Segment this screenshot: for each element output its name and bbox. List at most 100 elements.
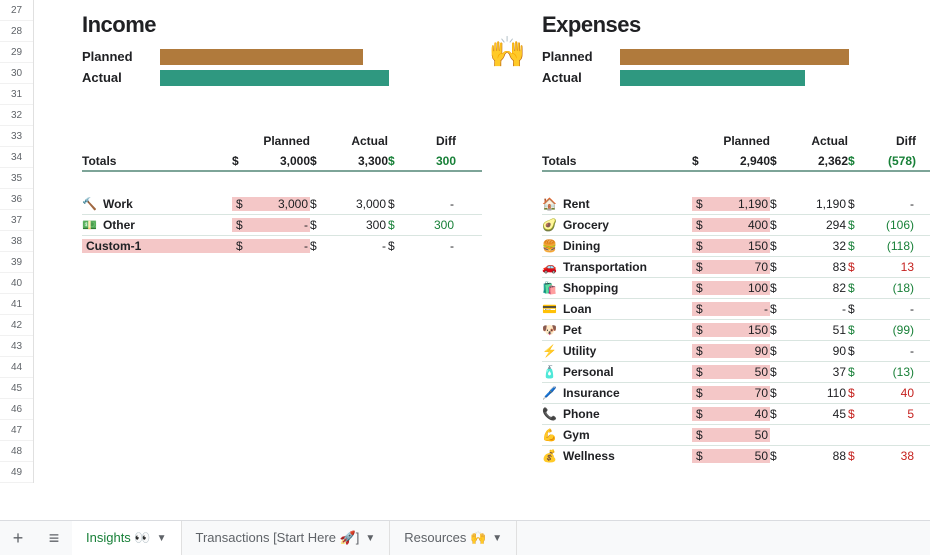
planned-amount[interactable]: 70 — [710, 260, 770, 274]
planned-amount[interactable]: 50 — [710, 428, 770, 442]
table-row[interactable]: 🛍️Shopping$100$82$(18) — [542, 277, 930, 298]
planned-amount[interactable]: - — [710, 302, 770, 316]
currency-symbol: $ — [770, 302, 788, 316]
planned-amount[interactable]: 70 — [710, 386, 770, 400]
category-icon: 🥑 — [542, 218, 557, 232]
table-row[interactable]: 💵Other$-$300$300 — [82, 214, 482, 235]
row-header[interactable]: 32 — [0, 105, 33, 126]
income-totals-planned: 3,000 — [250, 154, 310, 168]
table-row[interactable]: 💪Gym$50 — [542, 424, 930, 445]
actual-amount: 110 — [788, 386, 848, 400]
row-header[interactable]: 28 — [0, 21, 33, 42]
expenses-section: Expenses Planned Actual 🙌 — [542, 4, 930, 466]
expenses-table-header: Planned Actual Diff — [542, 130, 930, 151]
row-header[interactable]: 48 — [0, 441, 33, 462]
planned-amount[interactable]: 50 — [710, 449, 770, 463]
currency-symbol: $ — [388, 218, 406, 232]
row-header[interactable]: 44 — [0, 357, 33, 378]
planned-amount[interactable]: 150 — [710, 239, 770, 253]
row-header[interactable]: 27 — [0, 0, 33, 21]
row-header[interactable]: 33 — [0, 126, 33, 147]
currency-symbol: $ — [310, 218, 328, 232]
planned-amount[interactable]: 3,000 — [250, 197, 310, 211]
actual-amount: 294 — [788, 218, 848, 232]
table-row[interactable]: 🐶Pet$150$51$(99) — [542, 319, 930, 340]
currency-symbol: $ — [388, 239, 406, 253]
table-row[interactable]: 🖊️Insurance$70$110$40 — [542, 382, 930, 403]
planned-amount[interactable]: 150 — [710, 323, 770, 337]
row-header[interactable]: 37 — [0, 210, 33, 231]
category-cell: 📞Phone — [542, 407, 692, 421]
currency-symbol: $ — [692, 302, 710, 316]
sheet-tab[interactable]: Transactions [Start Here 🚀]▼ — [182, 521, 391, 555]
table-row[interactable]: 💰Wellness$50$88$38 — [542, 445, 930, 466]
row-header[interactable]: 30 — [0, 63, 33, 84]
table-row[interactable]: 🧴Personal$50$37$(13) — [542, 361, 930, 382]
diff-amount: - — [406, 239, 456, 253]
row-header[interactable]: 40 — [0, 273, 33, 294]
income-col-planned: Planned — [250, 134, 310, 148]
income-totals-row: Totals $3,000 $3,300 $300 — [82, 151, 482, 172]
sheet-tab[interactable]: Insights 👀▼ — [72, 521, 182, 555]
category-cell: 💰Wellness — [542, 449, 692, 463]
row-header[interactable]: 49 — [0, 462, 33, 483]
diff-amount: - — [866, 302, 916, 316]
category-name: Personal — [563, 365, 614, 379]
currency-symbol: $ — [848, 197, 866, 211]
row-header[interactable]: 45 — [0, 378, 33, 399]
row-header[interactable]: 35 — [0, 168, 33, 189]
row-header-gutter: 2728293031323334353637383940414243444546… — [0, 0, 34, 483]
sheet-tab-label: Resources 🙌 — [404, 530, 486, 546]
row-header[interactable]: 38 — [0, 231, 33, 252]
table-row[interactable]: 🏠Rent$1,190$1,190$- — [542, 193, 930, 214]
planned-amount[interactable]: 90 — [710, 344, 770, 358]
diff-amount: 40 — [866, 386, 916, 400]
chevron-down-icon[interactable]: ▼ — [492, 533, 502, 544]
currency-symbol: $ — [848, 260, 866, 274]
expenses-title: Expenses — [542, 12, 641, 38]
planned-amount[interactable]: 40 — [710, 407, 770, 421]
planned-amount[interactable]: 50 — [710, 365, 770, 379]
planned-amount[interactable]: - — [250, 218, 310, 232]
chevron-down-icon[interactable]: ▼ — [365, 533, 375, 544]
expenses-actual-bar — [620, 70, 805, 86]
row-header[interactable]: 29 — [0, 42, 33, 63]
currency-symbol: $ — [770, 344, 788, 358]
income-totals-actual: 3,300 — [328, 154, 388, 168]
row-header[interactable]: 36 — [0, 189, 33, 210]
planned-amount[interactable]: 400 — [710, 218, 770, 232]
row-header[interactable]: 42 — [0, 315, 33, 336]
table-row[interactable]: 💳Loan$-$-$- — [542, 298, 930, 319]
income-col-diff: Diff — [406, 134, 456, 148]
row-header[interactable]: 41 — [0, 294, 33, 315]
chevron-down-icon[interactable]: ▼ — [157, 533, 167, 544]
planned-amount[interactable]: - — [250, 239, 310, 253]
sheet-tab[interactable]: Resources 🙌 ▼ — [390, 521, 517, 555]
table-row[interactable]: 📞Phone$40$45$5 — [542, 403, 930, 424]
income-totals-label: Totals — [82, 154, 232, 168]
all-sheets-button[interactable]: ≡ — [36, 521, 72, 555]
table-row[interactable]: Custom-1$-$-$- — [82, 235, 482, 256]
add-sheet-button[interactable]: + — [0, 521, 36, 555]
expenses-totals-actual: 2,362 — [788, 154, 848, 168]
category-name: Dining — [563, 239, 600, 253]
table-row[interactable]: 🍔Dining$150$32$(118) — [542, 235, 930, 256]
row-header[interactable]: 43 — [0, 336, 33, 357]
planned-amount[interactable]: 1,190 — [710, 197, 770, 211]
row-header[interactable]: 31 — [0, 84, 33, 105]
table-row[interactable]: 🔨Work$3,000$3,000$- — [82, 193, 482, 214]
table-row[interactable]: 🚗Transportation$70$83$13 — [542, 256, 930, 277]
row-header[interactable]: 46 — [0, 399, 33, 420]
planned-amount[interactable]: 100 — [710, 281, 770, 295]
row-header[interactable]: 39 — [0, 252, 33, 273]
row-header[interactable]: 34 — [0, 147, 33, 168]
row-header[interactable]: 47 — [0, 420, 33, 441]
category-icon: 💵 — [82, 218, 97, 232]
actual-amount: 3,000 — [328, 197, 388, 211]
currency-symbol: $ — [770, 407, 788, 421]
expenses-actual-label: Actual — [542, 70, 620, 85]
category-name: Gym — [563, 428, 590, 442]
category-cell: 🐶Pet — [542, 323, 692, 337]
table-row[interactable]: ⚡Utility$90$90$- — [542, 340, 930, 361]
table-row[interactable]: 🥑Grocery$400$294$(106) — [542, 214, 930, 235]
